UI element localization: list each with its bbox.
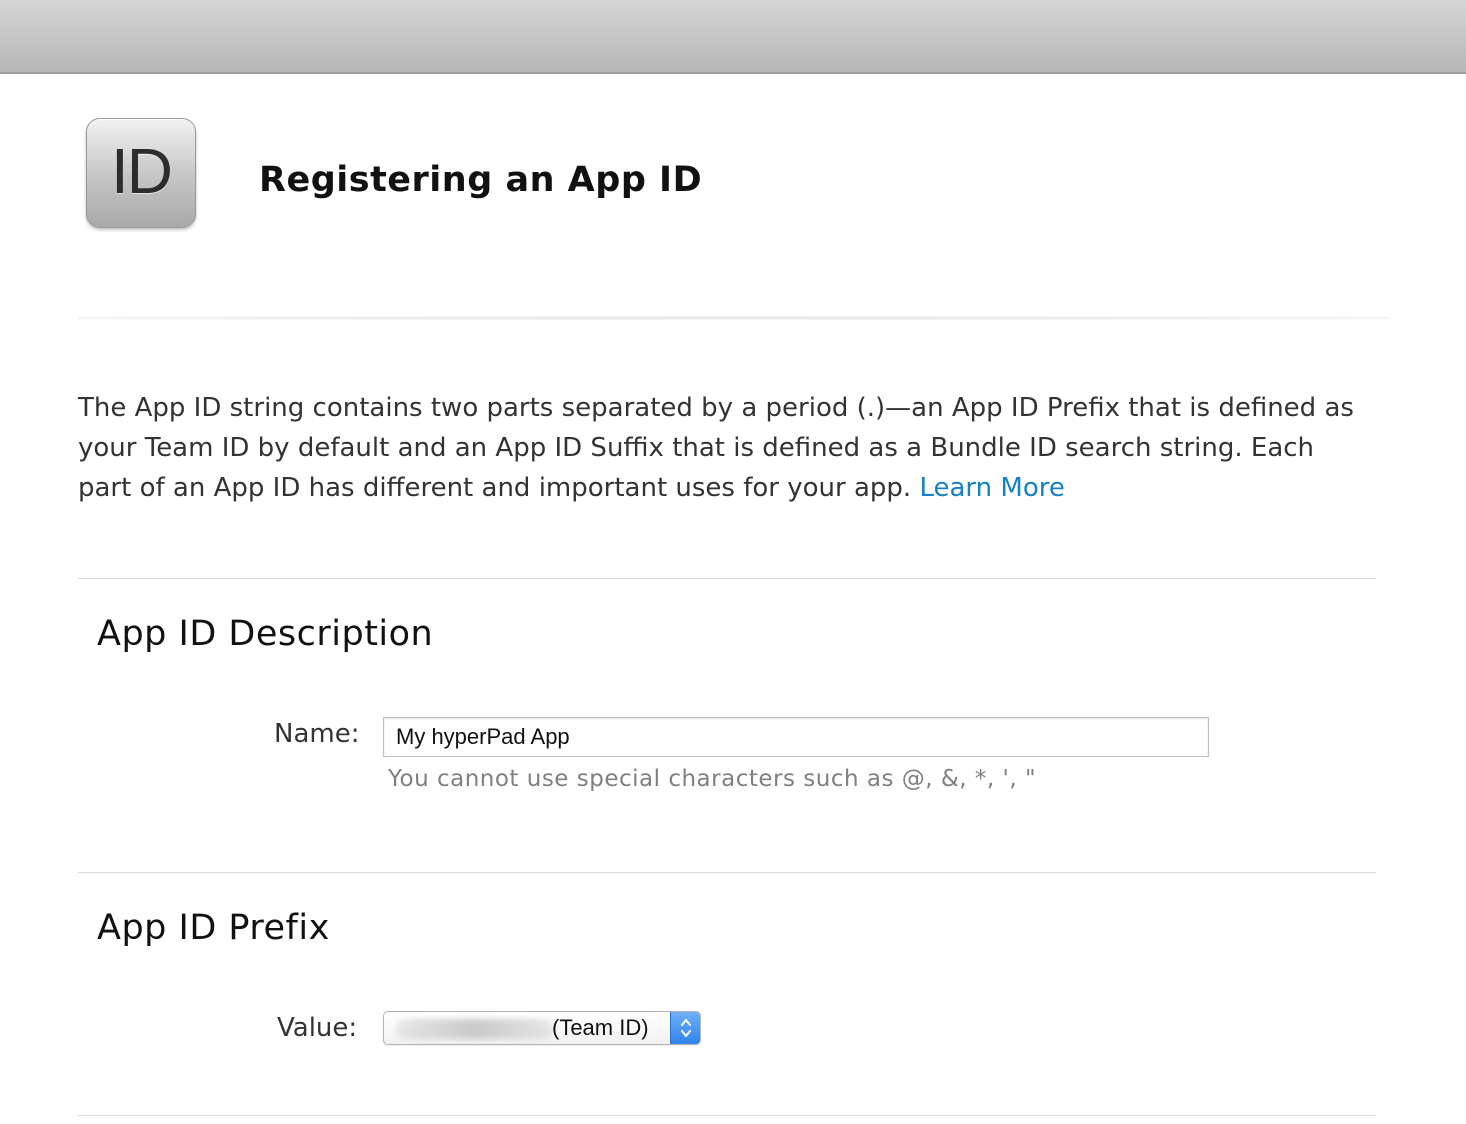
redacted-team-id xyxy=(396,1019,554,1039)
select-arrows-icon[interactable] xyxy=(670,1012,700,1044)
name-hint: You cannot use special characters such a… xyxy=(388,766,1037,792)
section-divider xyxy=(78,872,1376,873)
section-divider xyxy=(78,1115,1376,1116)
intro-text: The App ID string contains two parts sep… xyxy=(78,393,1354,503)
learn-more-link[interactable]: Learn More xyxy=(919,473,1064,503)
title-divider xyxy=(78,316,1390,320)
app-id-icon-text: ID xyxy=(111,135,173,207)
select-value: (Team ID) xyxy=(552,1015,649,1040)
value-label: Value: xyxy=(277,1013,358,1043)
name-input[interactable] xyxy=(383,717,1209,757)
name-label: Name: xyxy=(274,719,360,749)
intro-paragraph: The App ID string contains two parts sep… xyxy=(78,388,1368,508)
app-id-icon: ID xyxy=(86,118,196,228)
chevron-up-down-icon xyxy=(680,1019,691,1037)
app-id-prefix-select[interactable]: (Team ID) xyxy=(383,1011,701,1045)
page-title: Registering an App ID xyxy=(259,160,703,200)
top-bar xyxy=(0,0,1466,74)
section-divider xyxy=(78,578,1376,579)
prefix-section-title: App ID Prefix xyxy=(97,908,330,948)
description-section-title: App ID Description xyxy=(97,614,434,654)
